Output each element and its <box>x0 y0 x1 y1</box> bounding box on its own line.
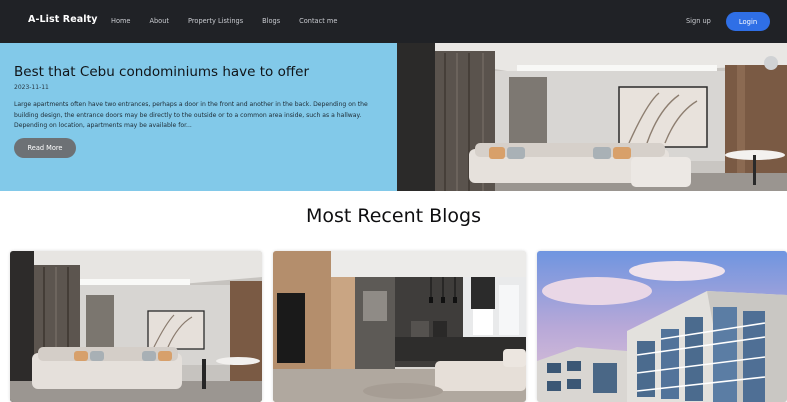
top-navbar: A-List Realty Home About Property Listin… <box>0 0 787 43</box>
living-room-photo <box>10 251 262 402</box>
nav-link-home[interactable]: Home <box>111 17 130 25</box>
login-button[interactable]: Login <box>726 12 770 31</box>
hero-title[interactable]: Best that Cebu condominiums have to offe… <box>14 64 309 80</box>
read-more-button[interactable]: Read More <box>14 138 76 158</box>
living-room-photo <box>397 43 787 191</box>
recent-blogs-heading: Most Recent Blogs <box>305 205 481 227</box>
hero-date: 2023-11-11 <box>14 84 49 91</box>
nav-link-contact[interactable]: Contact me <box>299 17 337 25</box>
kitchen-photo <box>273 251 526 402</box>
hero-text-panel: Best that Cebu condominiums have to offe… <box>0 43 397 191</box>
blog-card-3[interactable] <box>537 251 787 402</box>
building-photo <box>537 251 787 402</box>
blog-card-2[interactable] <box>273 251 526 402</box>
hero-excerpt: Large apartments often have two entrance… <box>14 101 368 129</box>
nav-link-about[interactable]: About <box>149 17 169 25</box>
hero-image[interactable] <box>397 43 787 191</box>
nav-links: Home About Property Listings Blogs Conta… <box>111 17 356 25</box>
nav-link-blogs[interactable]: Blogs <box>262 17 280 25</box>
featured-blog-hero: Best that Cebu condominiums have to offe… <box>0 43 787 191</box>
signup-link[interactable]: Sign up <box>686 17 711 25</box>
brand-logo[interactable]: A-List Realty <box>28 14 98 25</box>
nav-link-property-listings[interactable]: Property Listings <box>188 17 243 25</box>
blog-card-1[interactable] <box>10 251 262 402</box>
recent-blogs-cards <box>0 251 787 402</box>
